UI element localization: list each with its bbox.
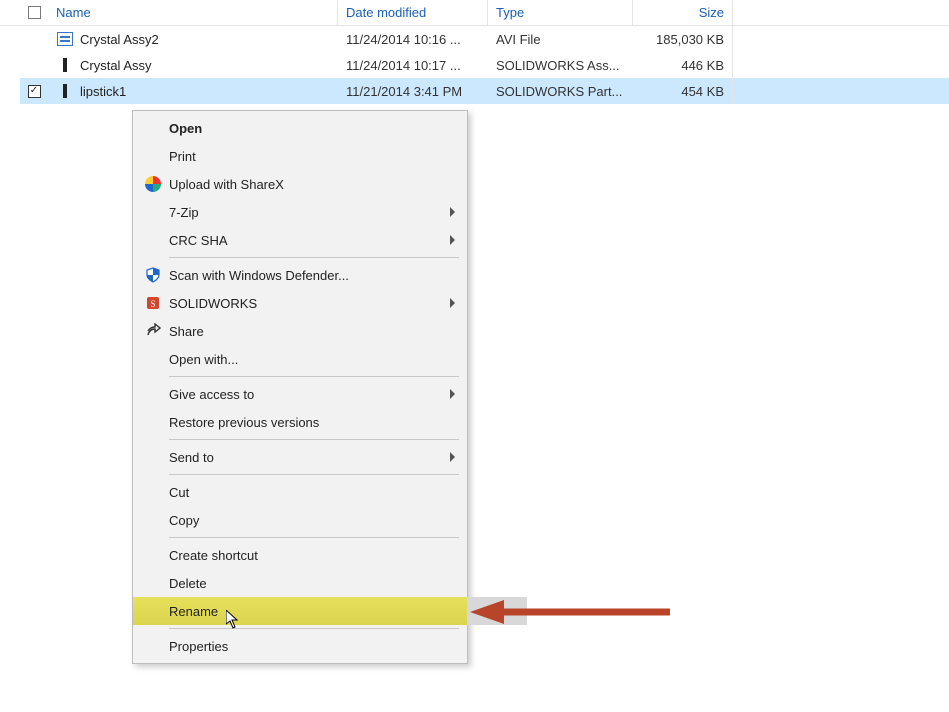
- row-checkbox-cell[interactable]: [20, 26, 48, 52]
- menu-item-label: SOLIDWORKS: [169, 296, 450, 311]
- solidworks-file-icon: [56, 57, 74, 73]
- menu-item-crc-sha[interactable]: CRC SHA: [133, 226, 467, 254]
- file-row[interactable]: Crystal Assy2 11/24/2014 10:16 ...AVI Fil…: [20, 26, 949, 52]
- file-size: 454 KB: [633, 78, 733, 104]
- menu-icon-blank: [141, 349, 165, 369]
- menu-icon-blank: [141, 412, 165, 432]
- file-date: 11/21/2014 3:41 PM: [338, 78, 488, 104]
- row-checkbox-cell[interactable]: [20, 78, 48, 104]
- menu-icon-blank: [141, 636, 165, 656]
- menu-separator: [169, 474, 459, 475]
- column-header-name[interactable]: Name: [48, 0, 338, 25]
- chevron-right-icon: [450, 298, 455, 308]
- menu-item-open[interactable]: Open: [133, 114, 467, 142]
- file-type: SOLIDWORKS Ass...: [488, 52, 633, 78]
- menu-item-label: Properties: [169, 639, 455, 654]
- menu-item-create-shortcut[interactable]: Create shortcut: [133, 541, 467, 569]
- menu-separator: [169, 537, 459, 538]
- sharex-icon: [141, 174, 165, 194]
- menu-item-open-with[interactable]: Open with...: [133, 345, 467, 373]
- menu-item-label: Share: [169, 324, 455, 339]
- menu-item-give-access-to[interactable]: Give access to: [133, 380, 467, 408]
- menu-icon-blank: [141, 384, 165, 404]
- chevron-right-icon: [450, 207, 455, 217]
- menu-separator: [169, 257, 459, 258]
- file-name-cell[interactable]: Crystal Assy: [48, 52, 338, 78]
- file-size: 185,030 KB: [633, 26, 733, 52]
- chevron-right-icon: [450, 452, 455, 462]
- row-checkbox[interactable]: [28, 85, 41, 98]
- menu-icon-blank: [141, 573, 165, 593]
- menu-icon-blank: [141, 601, 165, 621]
- menu-item-print[interactable]: Print: [133, 142, 467, 170]
- menu-separator: [169, 439, 459, 440]
- menu-item-label: Restore previous versions: [169, 415, 455, 430]
- solidworks-file-icon: [56, 83, 74, 99]
- file-list: Crystal Assy2 11/24/2014 10:16 ...AVI Fil…: [0, 26, 949, 104]
- solidworks-icon: S: [141, 293, 165, 313]
- menu-icon-blank: [141, 146, 165, 166]
- menu-item-scan-with-windows-defender[interactable]: Scan with Windows Defender...: [133, 261, 467, 289]
- menu-item-label: Send to: [169, 450, 450, 465]
- menu-item-copy[interactable]: Copy: [133, 506, 467, 534]
- file-name: lipstick1: [80, 84, 126, 99]
- column-header-row: Name Date modified Type Size: [0, 0, 949, 26]
- menu-item-label: 7-Zip: [169, 205, 450, 220]
- menu-item-label: Cut: [169, 485, 455, 500]
- video-file-icon: [56, 31, 74, 47]
- menu-item-share[interactable]: Share: [133, 317, 467, 345]
- menu-icon-blank: [141, 202, 165, 222]
- file-type: AVI File: [488, 26, 633, 52]
- menu-item-label: Open with...: [169, 352, 455, 367]
- file-date: 11/24/2014 10:16 ...: [338, 26, 488, 52]
- file-row[interactable]: lipstick1 11/21/2014 3:41 PMSOLIDWORKS Pa…: [20, 78, 949, 104]
- menu-item-label: Rename: [169, 604, 455, 619]
- menu-item-solidworks[interactable]: S SOLIDWORKS: [133, 289, 467, 317]
- menu-item-7-zip[interactable]: 7-Zip: [133, 198, 467, 226]
- file-size: 446 KB: [633, 52, 733, 78]
- menu-icon-blank: [141, 510, 165, 530]
- file-row[interactable]: Crystal Assy 11/24/2014 10:17 ...SOLIDWOR…: [20, 52, 949, 78]
- menu-icon-blank: [141, 118, 165, 138]
- menu-item-label: Delete: [169, 576, 455, 591]
- menu-item-rename[interactable]: Rename: [133, 597, 467, 625]
- file-name: Crystal Assy2: [80, 32, 159, 47]
- menu-item-label: Copy: [169, 513, 455, 528]
- context-menu: Open Print Upload with ShareX 7-Zip CRC SHA S…: [132, 110, 468, 664]
- menu-separator: [169, 628, 459, 629]
- menu-item-upload-with-sharex[interactable]: Upload with ShareX: [133, 170, 467, 198]
- menu-item-restore-previous-versions[interactable]: Restore previous versions: [133, 408, 467, 436]
- share-icon: [141, 321, 165, 341]
- file-name: Crystal Assy: [80, 58, 152, 73]
- menu-item-cut[interactable]: Cut: [133, 478, 467, 506]
- svg-text:S: S: [150, 299, 155, 309]
- column-header-size[interactable]: Size: [633, 0, 733, 25]
- menu-icon-blank: [141, 545, 165, 565]
- file-date: 11/24/2014 10:17 ...: [338, 52, 488, 78]
- menu-icon-blank: [141, 482, 165, 502]
- menu-item-delete[interactable]: Delete: [133, 569, 467, 597]
- menu-item-label: Give access to: [169, 387, 450, 402]
- select-all-checkbox[interactable]: [20, 0, 48, 25]
- chevron-right-icon: [450, 235, 455, 245]
- menu-item-send-to[interactable]: Send to: [133, 443, 467, 471]
- row-checkbox-cell[interactable]: [20, 52, 48, 78]
- menu-item-label: Scan with Windows Defender...: [169, 268, 455, 283]
- menu-item-label: Open: [169, 121, 455, 136]
- chevron-right-icon: [450, 389, 455, 399]
- menu-item-label: CRC SHA: [169, 233, 450, 248]
- menu-icon-blank: [141, 447, 165, 467]
- column-header-date[interactable]: Date modified: [338, 0, 488, 25]
- file-name-cell[interactable]: lipstick1: [48, 78, 338, 104]
- column-header-type[interactable]: Type: [488, 0, 633, 25]
- menu-icon-blank: [141, 230, 165, 250]
- file-type: SOLIDWORKS Part...: [488, 78, 633, 104]
- file-name-cell[interactable]: Crystal Assy2: [48, 26, 338, 52]
- menu-item-label: Create shortcut: [169, 548, 455, 563]
- menu-item-label: Upload with ShareX: [169, 177, 455, 192]
- menu-item-label: Print: [169, 149, 455, 164]
- defender-shield-icon: [141, 265, 165, 285]
- menu-separator: [169, 376, 459, 377]
- menu-item-properties[interactable]: Properties: [133, 632, 467, 660]
